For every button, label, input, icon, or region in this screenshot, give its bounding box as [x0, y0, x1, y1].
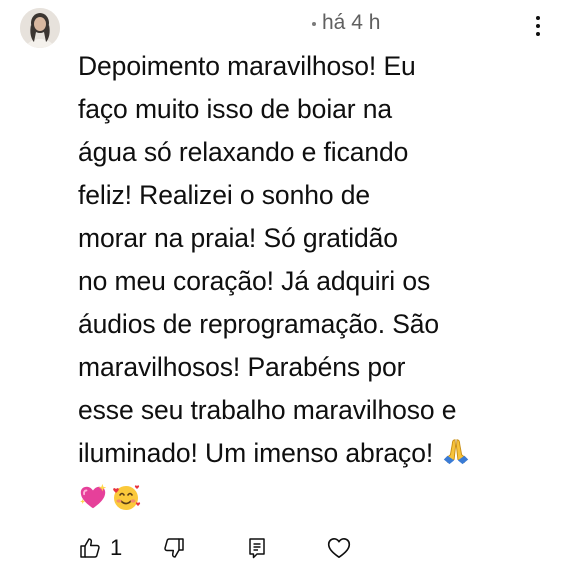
comment-line: morar na praia! Só gratidão: [78, 223, 398, 253]
thumb-down-icon: [164, 538, 184, 558]
comment-line: áudios de reprogramação. São: [78, 309, 440, 339]
dislike-button[interactable]: [162, 530, 186, 566]
more-options-button[interactable]: [528, 12, 548, 40]
reply-button[interactable]: [245, 530, 269, 566]
sparkling-heart-emoji-icon: [80, 483, 107, 508]
reply-icon: [249, 538, 265, 559]
avatar-icon: [20, 8, 60, 48]
comment-line: água só relaxando e ficando: [78, 137, 409, 167]
comment-line: faço muito isso de boiar na: [78, 94, 393, 124]
like-button[interactable]: 1: [78, 530, 122, 566]
comment-line-last: iluminado! Um imenso abraço!: [78, 432, 518, 475]
comment-text: Depoimento maravilhoso! Eu faço muito is…: [78, 45, 518, 518]
heart-icon: [327, 537, 351, 559]
folded-hands-emoji-icon: [443, 439, 469, 465]
comment-meta: há 4 h: [312, 10, 380, 36]
emoji-line: [78, 475, 518, 518]
comment-line: no meu coração! Já adquiri os: [78, 266, 431, 296]
like-count: 1: [110, 535, 123, 560]
more-vert-icon: [536, 16, 540, 20]
comment-timestamp: há 4 h: [322, 11, 381, 34]
heart-button[interactable]: [326, 530, 352, 566]
separator-dot: [312, 22, 316, 26]
avatar[interactable]: [20, 8, 60, 48]
comment-line: Depoimento maravilhoso! Eu: [78, 51, 416, 81]
smiling-face-with-hearts-emoji-icon: [113, 484, 141, 510]
thumb-up-icon: [80, 538, 100, 558]
comment-line: maravilhosos! Parabéns por: [78, 352, 406, 382]
comment-actions: 1: [78, 530, 378, 566]
comment-line: esse seu trabalho maravilhoso e: [78, 395, 457, 425]
comment-line: feliz! Realizei o sonho de: [78, 180, 371, 210]
